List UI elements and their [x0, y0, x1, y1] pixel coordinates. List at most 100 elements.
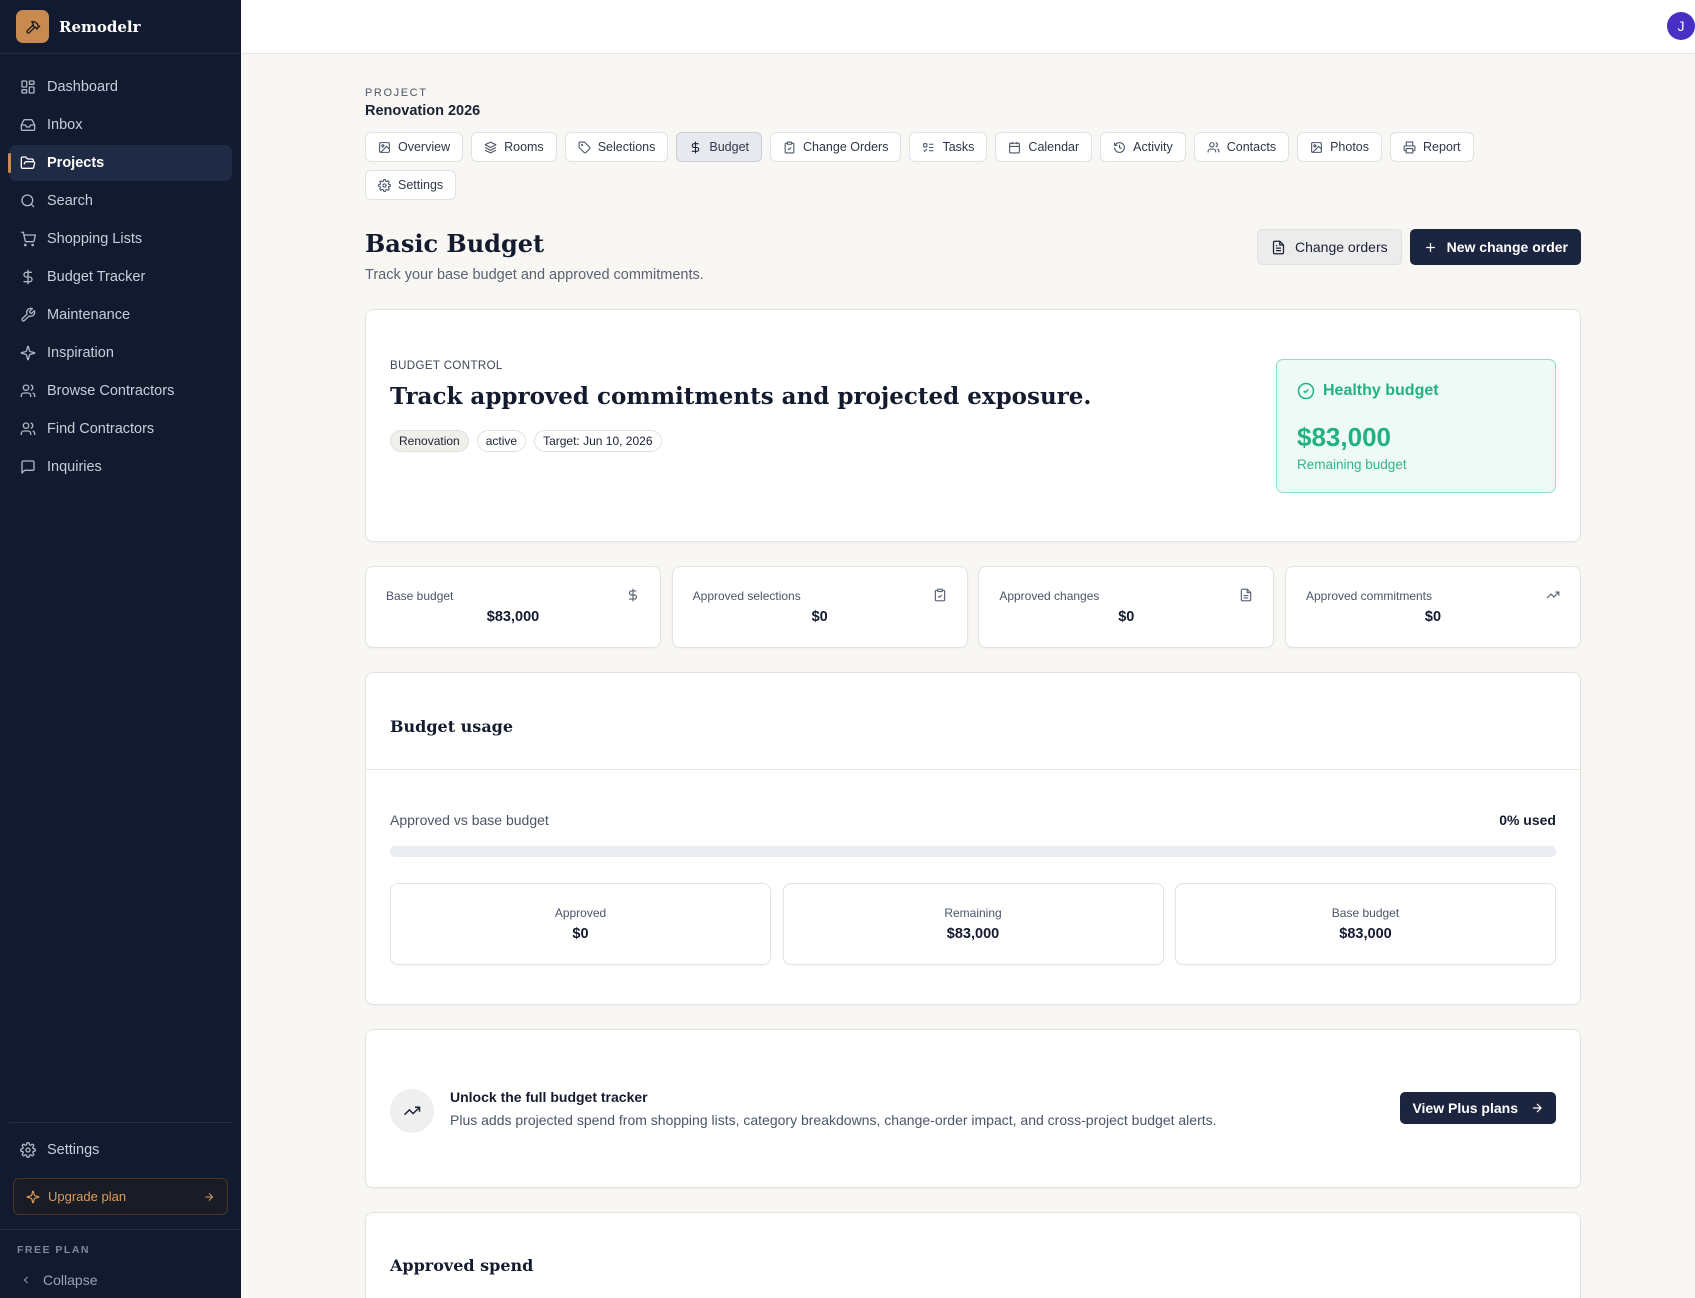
sparkles-icon [19, 344, 37, 362]
stat-approved-changes: Approved changes $0 [978, 566, 1275, 648]
layers-icon [484, 141, 497, 154]
tab-overview[interactable]: Overview [365, 132, 464, 162]
tab-activity[interactable]: Activity [1100, 132, 1186, 162]
sidebar-item-dashboard[interactable]: Dashboard [9, 69, 232, 105]
tab-rooms[interactable]: Rooms [471, 132, 557, 162]
avatar[interactable]: J [1667, 12, 1695, 40]
stat-base-budget: Base budget $83,000 [365, 566, 661, 648]
tab-budget[interactable]: Budget [676, 132, 762, 162]
sidebar-item-inspiration[interactable]: Inspiration [9, 335, 232, 371]
tag-icon [578, 141, 591, 154]
arrow-right-icon [1530, 1101, 1544, 1115]
mini-label: Remaining [944, 906, 1002, 920]
tab-label: Selections [597, 140, 656, 154]
sidebar: Remodelr Dashboard Inbox Projects Search… [0, 0, 241, 1298]
message-icon [19, 458, 37, 476]
tab-label: Rooms [504, 140, 544, 154]
stat-label: Approved commitments [1305, 589, 1433, 603]
stat-label: Approved changes [999, 589, 1100, 603]
stat-label: Approved selections [692, 589, 801, 603]
tab-label: Change Orders [803, 140, 889, 154]
collapse-button[interactable]: Collapse [0, 1256, 241, 1298]
tab-label: Tasks [942, 140, 975, 154]
mini-label: Base budget [1331, 906, 1400, 920]
sidebar-item-label: Find Contractors [47, 421, 155, 437]
grid-icon [19, 78, 37, 96]
stat-value: $0 [811, 609, 828, 625]
sidebar-item-inquiries[interactable]: Inquiries [9, 449, 232, 485]
sidebar-item-maintenance[interactable]: Maintenance [9, 297, 232, 333]
project-kicker: PROJECT [365, 87, 428, 99]
page-subtitle: Track your base budget and approved comm… [365, 267, 704, 283]
sidebar-item-label: Settings [47, 1142, 100, 1158]
header-actions: Change orders New change order [1257, 229, 1581, 265]
sidebar-item-projects[interactable]: Projects [8, 145, 232, 181]
usage-base-budget: Base budget $83,000 [1175, 883, 1556, 965]
sidebar-item-find-contractors[interactable]: Find Contractors [9, 411, 232, 447]
sidebar-item-label: Inspiration [47, 345, 114, 361]
new-change-order-button[interactable]: New change order [1409, 229, 1581, 265]
approved-spend-card: Approved spend [365, 1212, 1581, 1298]
usage-percent: 0% used [1499, 812, 1556, 828]
usage-remaining: Remaining $83,000 [782, 883, 1164, 965]
budget-usage-title: Budget usage [390, 717, 514, 736]
health-status: Healthy budget [1297, 382, 1439, 400]
tab-contacts[interactable]: Contacts [1193, 132, 1290, 162]
category-chip: Renovation [390, 430, 469, 452]
sidebar-item-settings[interactable]: Settings [9, 1132, 232, 1168]
clipboard-icon [783, 141, 796, 154]
upsell-title: Unlock the full budget tracker [450, 1089, 648, 1105]
tab-photos[interactable]: Photos [1297, 132, 1383, 162]
remaining-label: Remaining budget [1297, 457, 1407, 472]
stat-value: $83,000 [486, 609, 540, 625]
brand[interactable]: Remodelr [0, 0, 241, 54]
sidebar-item-label: Dashboard [47, 79, 118, 95]
change-orders-button[interactable]: Change orders [1257, 229, 1402, 265]
sidebar-item-budget-tracker[interactable]: Budget Tracker [9, 259, 232, 295]
wrench-icon [19, 306, 37, 324]
mini-value: $83,000 [946, 926, 1000, 942]
sidebar-item-label: Projects [47, 155, 105, 171]
sidebar-item-shopping-lists[interactable]: Shopping Lists [9, 221, 232, 257]
main-content: PROJECT Renovation 2026 Overview Rooms S… [365, 54, 1581, 1298]
arrow-right-icon [203, 1191, 215, 1203]
chevron-left-icon [20, 1274, 32, 1286]
tab-report[interactable]: Report [1390, 132, 1474, 162]
top-bar: J [241, 0, 1695, 54]
button-label: Change orders [1295, 239, 1388, 255]
sidebar-item-inbox[interactable]: Inbox [9, 107, 232, 143]
tab-label: Photos [1330, 140, 1370, 154]
sidebar-item-label: Inbox [47, 117, 83, 133]
tab-calendar[interactable]: Calendar [995, 132, 1093, 162]
tab-settings[interactable]: Settings [365, 170, 457, 200]
tab-label: Report [1423, 140, 1461, 154]
tab-tasks[interactable]: Tasks [909, 132, 988, 162]
sidebar-item-search[interactable]: Search [9, 183, 232, 219]
mini-label: Approved [554, 906, 607, 920]
collapse-label: Collapse [43, 1272, 98, 1288]
project-tabs: Overview Rooms Selections Budget Change … [365, 132, 1515, 208]
dollar-icon [19, 268, 37, 286]
target-date-chip: Target: Jun 10, 2026 [534, 430, 662, 452]
trending-up-icon [1546, 588, 1560, 602]
sidebar-nav: Dashboard Inbox Projects Search Shopping… [0, 54, 241, 485]
approved-spend-title: Approved spend [390, 1256, 534, 1275]
sidebar-item-label: Inquiries [47, 459, 102, 475]
button-label: New change order [1446, 239, 1568, 255]
sidebar-item-browse-contractors[interactable]: Browse Contractors [9, 373, 232, 409]
usage-progress-bar [390, 846, 1556, 857]
printer-icon [1403, 141, 1416, 154]
users-icon [1207, 141, 1220, 154]
image-icon [378, 141, 391, 154]
trending-up-icon [390, 1089, 434, 1133]
stat-label: Base budget [386, 589, 454, 603]
list-icon [922, 141, 935, 154]
tab-change-orders[interactable]: Change Orders [770, 132, 902, 162]
sparkles-icon [26, 1190, 40, 1204]
search-icon [19, 192, 37, 210]
upgrade-plan-button[interactable]: Upgrade plan [13, 1178, 228, 1215]
tab-selections[interactable]: Selections [564, 132, 669, 162]
gear-icon [19, 1141, 37, 1159]
gear-icon [378, 178, 391, 192]
view-plus-plans-button[interactable]: View Plus plans [1400, 1092, 1556, 1124]
